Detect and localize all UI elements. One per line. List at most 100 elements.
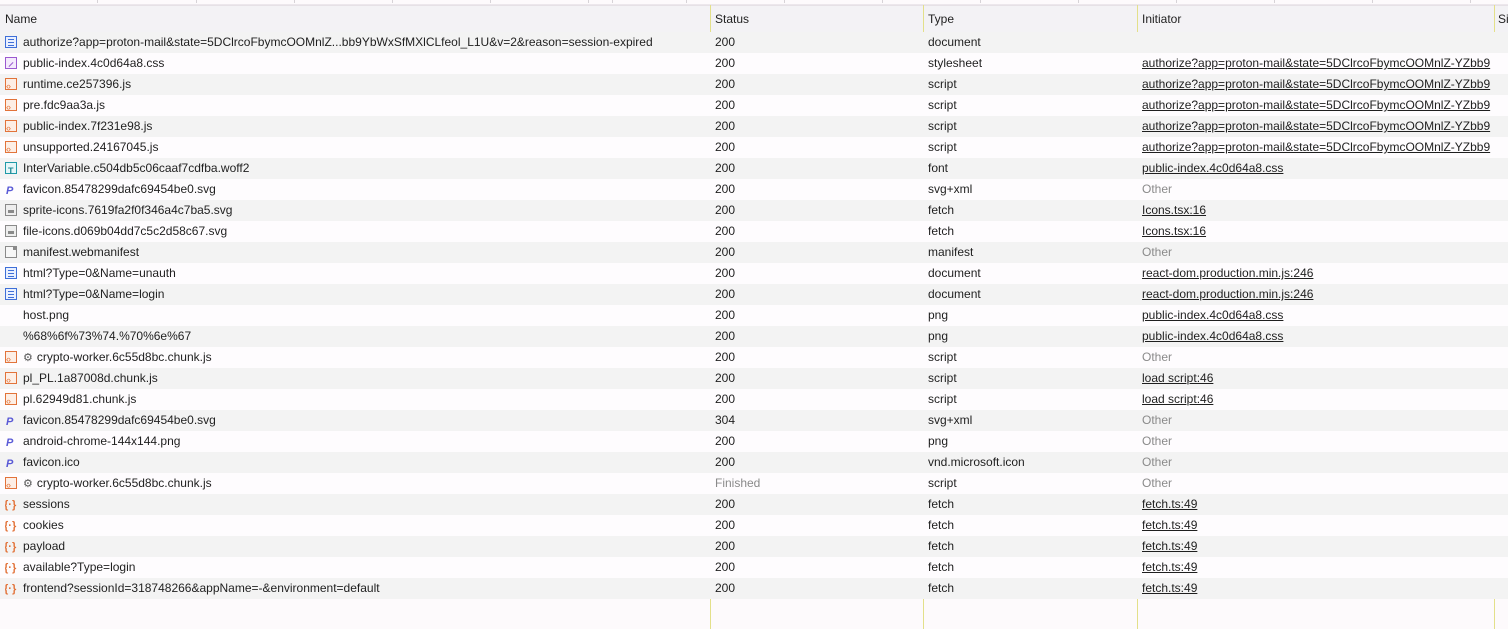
initiator-link[interactable]: fetch.ts:49 xyxy=(1142,560,1197,574)
initiator-link[interactable]: react-dom.production.min.js:246 xyxy=(1142,266,1313,280)
table-row[interactable]: pl.62949d81.chunk.js 200 script load script… xyxy=(0,389,1508,410)
request-name-cell[interactable]: pl.62949d81.chunk.js xyxy=(5,389,708,410)
request-name-cell[interactable]: unsupported.24167045.js xyxy=(5,137,708,158)
script-icon xyxy=(5,475,17,494)
initiator-link[interactable]: authorize?app=proton-mail&state=5DClrcoF… xyxy=(1142,140,1490,154)
table-row[interactable]: InterVariable.c504db5c06caaf7cdfba.woff2… xyxy=(0,158,1508,179)
column-header-status[interactable]: Status xyxy=(710,6,923,32)
table-row[interactable]: favicon.ico 200 vnd.microsoft.icon Other xyxy=(0,452,1508,473)
request-name-cell[interactable]: %68%6f%73%74.%70%6e%67 xyxy=(5,326,708,347)
initiator-link[interactable]: fetch.ts:49 xyxy=(1142,497,1197,511)
request-name-cell[interactable]: InterVariable.c504db5c06caaf7cdfba.woff2 xyxy=(5,158,708,179)
table-row[interactable]: cookies 200 fetch fetch.ts:49 xyxy=(0,515,1508,536)
request-name-cell[interactable]: public-index.7f231e98.js xyxy=(5,116,708,137)
request-name-cell[interactable]: favicon.ico xyxy=(5,452,708,473)
table-row[interactable]: pl_PL.1a87008d.chunk.js 200 script load scr… xyxy=(0,368,1508,389)
table-row[interactable]: html?Type=0&Name=login 200 document react-d… xyxy=(0,284,1508,305)
table-row[interactable]: favicon.85478299dafc69454be0.svg 200 svg+x… xyxy=(0,179,1508,200)
request-initiator-cell: Other xyxy=(1142,431,1494,452)
request-type: svg+xml xyxy=(928,413,973,427)
request-name: android-chrome-144x144.png xyxy=(23,434,181,448)
request-name-cell[interactable]: html?Type=0&Name=unauth xyxy=(5,263,708,284)
table-row[interactable]: available?Type=login 200 fetch fetch.ts:49 xyxy=(0,557,1508,578)
initiator-link[interactable]: authorize?app=proton-mail&state=5DClrcoF… xyxy=(1142,56,1490,70)
request-name-cell[interactable]: sessions xyxy=(5,494,708,515)
column-header-initiator[interactable]: Initiator xyxy=(1137,6,1494,32)
initiator-link[interactable]: authorize?app=proton-mail&state=5DClrcoF… xyxy=(1142,77,1490,91)
request-name-cell[interactable]: authorize?app=proton-mail&state=5DClrcoF… xyxy=(5,32,708,53)
image-file-icon xyxy=(5,225,17,237)
request-name-cell[interactable]: android-chrome-144x144.png xyxy=(5,431,708,452)
request-type: script xyxy=(928,350,957,364)
table-row[interactable]: sprite-icons.7619fa2f0f346a4c7ba5.svg 200… xyxy=(0,200,1508,221)
request-name: html?Type=0&Name=login xyxy=(23,287,165,301)
table-row[interactable]: host.png 200 png public-index.4c0d64a8.css xyxy=(0,305,1508,326)
table-row[interactable]: authorize?app=proton-mail&state=5DClrcoF… xyxy=(0,32,1508,53)
request-type: font xyxy=(928,161,949,175)
request-name: favicon.85478299dafc69454be0.svg xyxy=(23,182,216,196)
request-status: 200 xyxy=(715,497,736,511)
blank-icon xyxy=(5,330,17,342)
request-name-cell[interactable]: favicon.85478299dafc69454be0.svg xyxy=(5,179,708,200)
request-name-cell[interactable]: runtime.ce257396.js xyxy=(5,74,708,95)
initiator-text: Other xyxy=(1142,413,1173,427)
request-name-cell[interactable]: sprite-icons.7619fa2f0f346a4c7ba5.svg xyxy=(5,200,708,221)
table-row[interactable]: ⚙crypto-worker.6c55d8bc.chunk.js 200 scrip… xyxy=(0,347,1508,368)
table-row[interactable]: favicon.85478299dafc69454be0.svg 304 svg+x… xyxy=(0,410,1508,431)
initiator-link[interactable]: react-dom.production.min.js:246 xyxy=(1142,287,1313,301)
request-name-cell[interactable]: ⚙crypto-worker.6c55d8bc.chunk.js xyxy=(5,473,708,494)
request-name-cell[interactable]: manifest.webmanifest xyxy=(5,242,708,263)
manifest-icon xyxy=(5,246,17,258)
table-row[interactable]: ⚙crypto-worker.6c55d8bc.chunk.js Finished… xyxy=(0,473,1508,494)
initiator-link[interactable]: Icons.tsx:16 xyxy=(1142,224,1206,238)
column-header-name[interactable]: Name xyxy=(0,6,710,32)
request-name-cell[interactable]: host.png xyxy=(5,305,708,326)
initiator-link[interactable]: authorize?app=proton-mail&state=5DClrcoF… xyxy=(1142,98,1490,112)
initiator-link[interactable]: load script:46 xyxy=(1142,392,1213,406)
initiator-link[interactable]: public-index.4c0d64a8.css xyxy=(1142,329,1283,343)
table-row[interactable]: %68%6f%73%74.%70%6e%67 200 png public-index… xyxy=(0,326,1508,347)
request-status: 200 xyxy=(715,371,736,385)
document-icon xyxy=(5,288,17,300)
request-name-cell[interactable]: pre.fdc9aa3a.js xyxy=(5,95,708,116)
request-name: unsupported.24167045.js xyxy=(23,140,159,154)
initiator-link[interactable]: public-index.4c0d64a8.css xyxy=(1142,161,1283,175)
request-name-cell[interactable]: html?Type=0&Name=login xyxy=(5,284,708,305)
table-row[interactable]: public-index.7f231e98.js 200 script authori… xyxy=(0,116,1508,137)
initiator-link[interactable]: authorize?app=proton-mail&state=5DClrcoF… xyxy=(1142,119,1490,133)
table-row[interactable]: unsupported.24167045.js 200 script authoriz… xyxy=(0,137,1508,158)
request-name-cell[interactable]: available?Type=login xyxy=(5,557,708,578)
request-initiator-cell: authorize?app=proton-mail&state=5DClrcoF… xyxy=(1142,95,1494,116)
table-row[interactable]: runtime.ce257396.js 200 script authorize?ap… xyxy=(0,74,1508,95)
initiator-link[interactable]: fetch.ts:49 xyxy=(1142,518,1197,532)
request-name-cell[interactable]: favicon.85478299dafc69454be0.svg xyxy=(5,410,708,431)
request-type: script xyxy=(928,392,957,406)
request-name: frontend?sessionId=318748266&appName=-&e… xyxy=(23,581,380,595)
initiator-link[interactable]: fetch.ts:49 xyxy=(1142,539,1197,553)
column-header-type[interactable]: Type xyxy=(923,6,1137,32)
initiator-link[interactable]: Icons.tsx:16 xyxy=(1142,203,1206,217)
table-row[interactable]: payload 200 fetch fetch.ts:49 xyxy=(0,536,1508,557)
table-row[interactable]: html?Type=0&Name=unauth 200 document react-… xyxy=(0,263,1508,284)
table-row[interactable]: file-icons.d069b04dd7c5c2d58c67.svg 200 fe… xyxy=(0,221,1508,242)
initiator-link[interactable]: public-index.4c0d64a8.css xyxy=(1142,308,1283,322)
table-row[interactable]: frontend?sessionId=318748266&appName=-&e… xyxy=(0,578,1508,599)
initiator-link[interactable]: load script:46 xyxy=(1142,371,1213,385)
request-name: pl_PL.1a87008d.chunk.js xyxy=(23,371,158,385)
column-header-size[interactable]: Si xyxy=(1494,6,1508,32)
table-row[interactable]: sessions 200 fetch fetch.ts:49 xyxy=(0,494,1508,515)
initiator-link[interactable]: fetch.ts:49 xyxy=(1142,581,1197,595)
request-name-cell[interactable]: payload xyxy=(5,536,708,557)
table-row[interactable]: android-chrome-144x144.png 200 png Other xyxy=(0,431,1508,452)
request-name-cell[interactable]: frontend?sessionId=318748266&appName=-&e… xyxy=(5,578,708,599)
table-row[interactable]: manifest.webmanifest 200 manifest Other xyxy=(0,242,1508,263)
table-row[interactable]: pre.fdc9aa3a.js 200 script authorize?app=pr… xyxy=(0,95,1508,116)
request-name-cell[interactable]: file-icons.d069b04dd7c5c2d58c67.svg xyxy=(5,221,708,242)
request-type: fetch xyxy=(928,560,955,574)
request-name-cell[interactable]: cookies xyxy=(5,515,708,536)
request-name-cell[interactable]: pl_PL.1a87008d.chunk.js xyxy=(5,368,708,389)
request-name-cell[interactable]: public-index.4c0d64a8.css xyxy=(5,53,708,74)
request-status: 200 xyxy=(715,392,736,406)
table-row[interactable]: public-index.4c0d64a8.css 200 stylesheet au… xyxy=(0,53,1508,74)
request-name-cell[interactable]: ⚙crypto-worker.6c55d8bc.chunk.js xyxy=(5,347,708,368)
